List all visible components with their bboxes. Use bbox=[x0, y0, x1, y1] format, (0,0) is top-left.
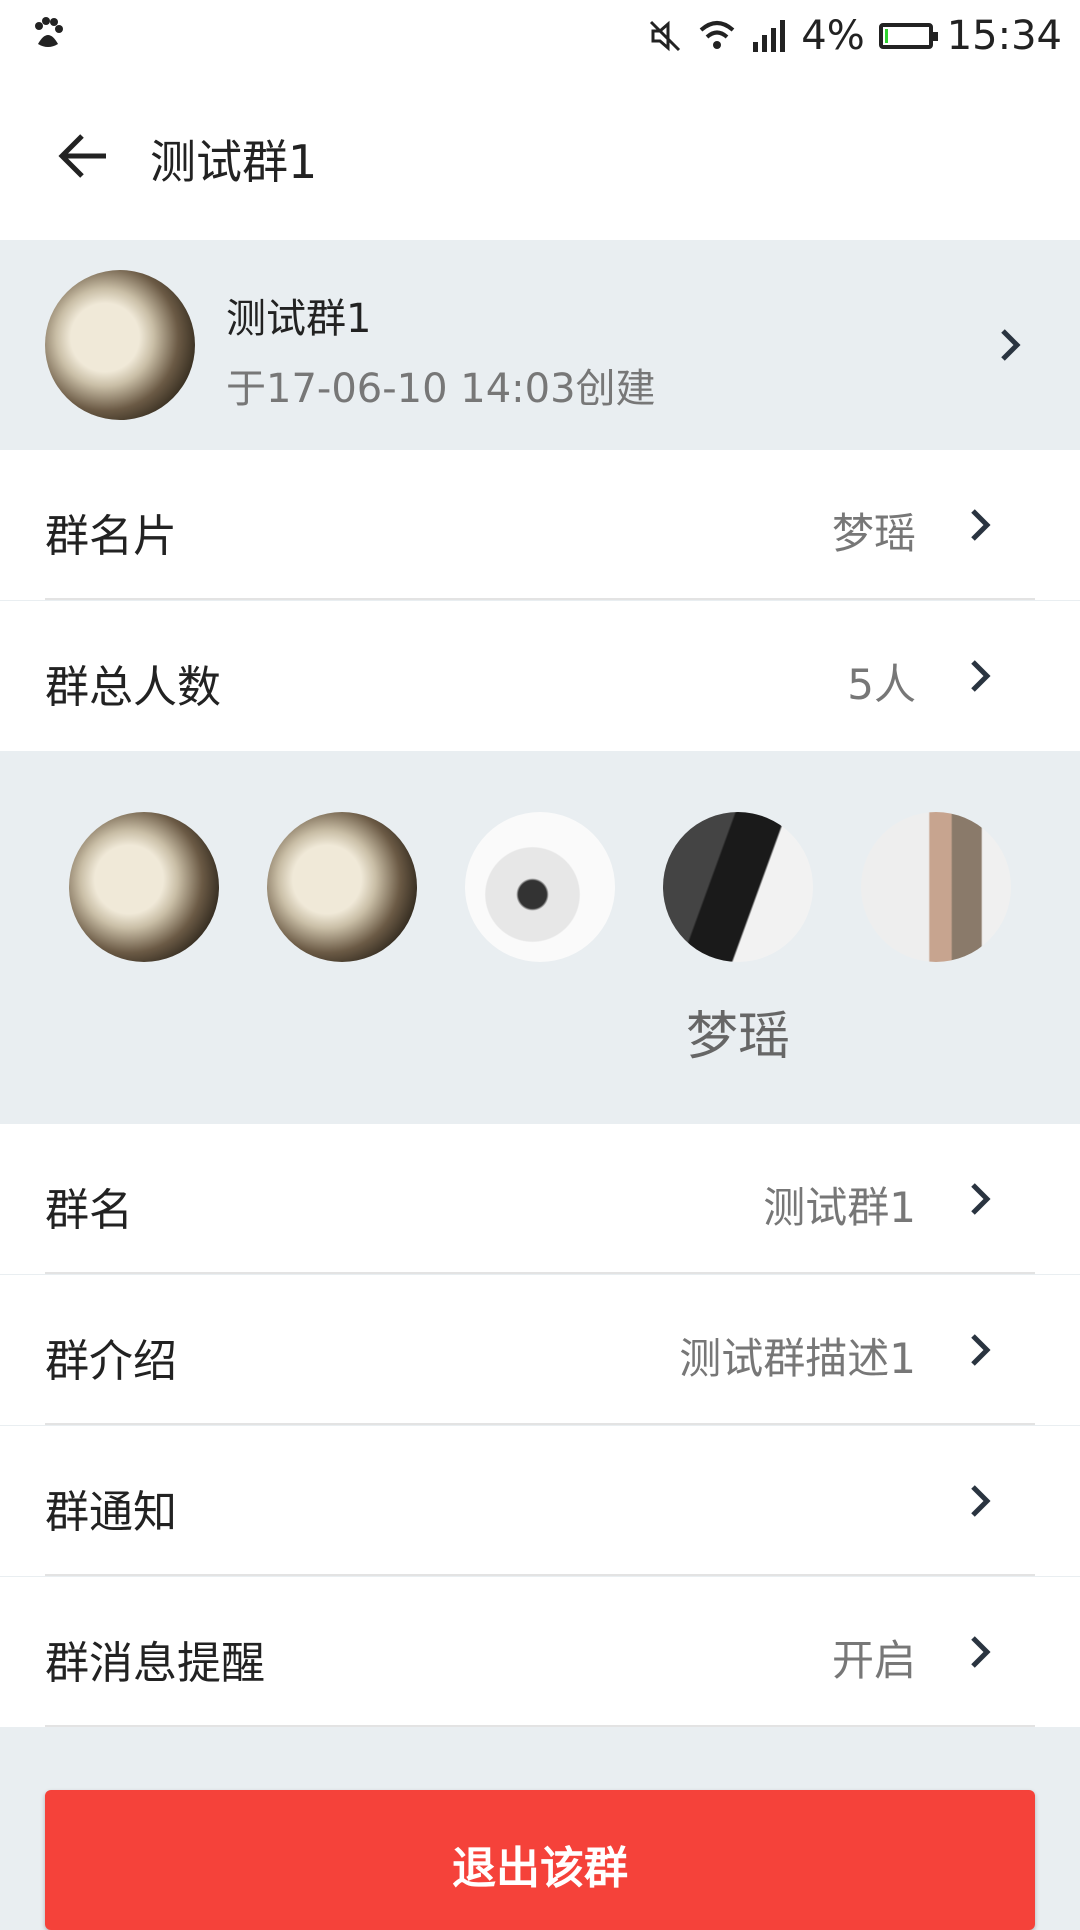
row-label: 群名 bbox=[45, 1185, 133, 1236]
row-label: 群总人数 bbox=[45, 662, 221, 713]
wifi-icon bbox=[699, 21, 735, 49]
chevron-right-icon bbox=[960, 656, 1000, 696]
row-label: 群通知 bbox=[45, 1487, 177, 1538]
group-created-time: 于17-06-10 14:03创建 bbox=[226, 366, 656, 412]
clock: 15:34 bbox=[946, 13, 1062, 59]
chevron-right-icon bbox=[960, 1179, 1000, 1219]
row-group-name[interactable]: 群名 测试群1 bbox=[0, 1124, 1080, 1274]
row-message-reminder[interactable]: 群消息提醒 开启 bbox=[0, 1577, 1080, 1727]
chevron-right-icon bbox=[960, 505, 1000, 545]
row-value: 开启 bbox=[831, 1636, 916, 1685]
mute-icon bbox=[650, 20, 681, 52]
app-bar: 测试群1 bbox=[0, 72, 1080, 240]
chevron-right-icon bbox=[960, 1632, 1000, 1672]
chevron-right-icon bbox=[960, 1481, 1000, 1521]
back-arrow-icon[interactable] bbox=[52, 124, 116, 188]
member-avatar[interactable] bbox=[69, 812, 219, 962]
row-group-card[interactable]: 群名片 梦瑶 bbox=[0, 450, 1080, 600]
battery-percent: 4% bbox=[801, 13, 865, 59]
member-name: 梦瑶 bbox=[685, 1007, 790, 1067]
row-group-intro[interactable]: 群介绍 测试群描述1 bbox=[0, 1275, 1080, 1425]
divider bbox=[45, 1574, 1035, 1576]
divider bbox=[45, 1725, 1035, 1727]
group-avatar bbox=[45, 270, 195, 420]
divider bbox=[45, 1423, 1035, 1425]
row-label: 群消息提醒 bbox=[45, 1638, 265, 1689]
battery-fill bbox=[884, 29, 888, 43]
divider bbox=[45, 598, 1035, 600]
row-label: 群介绍 bbox=[45, 1336, 177, 1387]
chevron-right-icon bbox=[990, 325, 1030, 365]
row-group-notice[interactable]: 群通知 bbox=[0, 1426, 1080, 1576]
member-avatar[interactable] bbox=[861, 812, 1011, 962]
group-name: 测试群1 bbox=[226, 296, 372, 342]
group-header[interactable]: 测试群1 于17-06-10 14:03创建 bbox=[0, 240, 1080, 450]
baidu-paw-icon bbox=[35, 17, 63, 47]
battery-icon bbox=[878, 23, 938, 49]
exit-group-button[interactable]: 退出该群 bbox=[45, 1790, 1035, 1930]
row-value: 测试群描述1 bbox=[679, 1334, 916, 1383]
divider bbox=[45, 1272, 1035, 1274]
row-value: 梦瑶 bbox=[831, 509, 916, 558]
member-avatar[interactable] bbox=[663, 812, 813, 962]
status-bar: 4% 15:34 bbox=[0, 0, 1080, 72]
member-avatar[interactable] bbox=[267, 812, 417, 962]
row-value: 5人 bbox=[847, 660, 916, 709]
row-member-count[interactable]: 群总人数 5人 bbox=[0, 601, 1080, 751]
signal-icon bbox=[753, 20, 786, 52]
page-title: 测试群1 bbox=[150, 135, 318, 189]
member-avatar[interactable] bbox=[465, 812, 615, 962]
chevron-right-icon bbox=[960, 1330, 1000, 1370]
row-label: 群名片 bbox=[45, 511, 177, 562]
member-avatars: 梦瑶 bbox=[0, 752, 1080, 1124]
row-value: 测试群1 bbox=[763, 1183, 916, 1232]
